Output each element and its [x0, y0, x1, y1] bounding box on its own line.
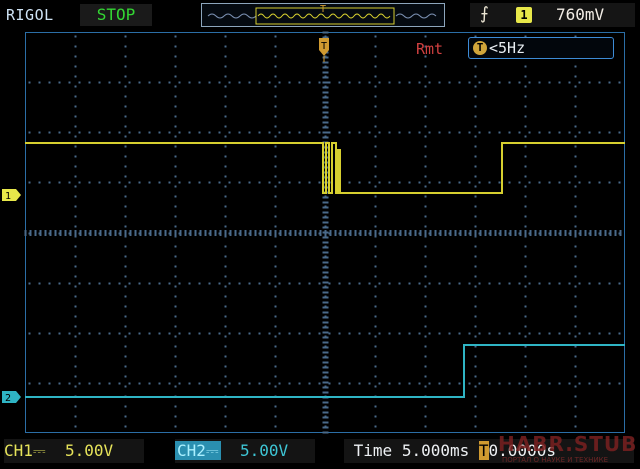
- svg-text:1: 1: [5, 191, 11, 202]
- waveform-canvas: T 1 2: [2, 31, 625, 434]
- ch1-label: CH1: [4, 441, 33, 460]
- ch1-marker[interactable]: 1: [2, 189, 21, 202]
- dc-coupling-icon: ⎓: [205, 441, 219, 460]
- graticule: [24, 31, 622, 434]
- timebase-label: Time: [353, 441, 393, 460]
- ch1-waveform: [25, 142, 625, 194]
- ch2-scale: 5.00V: [239, 441, 289, 460]
- svg-text:T: T: [321, 41, 327, 52]
- ch2-label: CH2: [177, 441, 206, 460]
- ch2-scale-readout[interactable]: CH2⎓ 5.00V: [175, 439, 315, 463]
- dc-coupling-icon: ⎓: [32, 441, 46, 460]
- timebase-scale: 5.000ms: [401, 441, 470, 460]
- trigger-mode: Rmt: [416, 40, 444, 58]
- frequency-value: <5Hz: [489, 39, 526, 57]
- frequency-readout: T <5Hz: [468, 37, 614, 59]
- svg-text:2: 2: [5, 393, 11, 404]
- ch1-scale-readout[interactable]: CH1⎓ 5.00V: [4, 439, 144, 463]
- watermark-tagline: ПОРТАЛ О НАУКЕ И ТЕХНИКЕ: [502, 456, 609, 464]
- trigger-offset-icon: T: [478, 441, 489, 460]
- watermark-logo: HABR.STUB: [498, 432, 638, 456]
- ch1-scale: 5.00V: [64, 441, 114, 460]
- ch2-marker[interactable]: 2: [2, 391, 21, 404]
- trigger-icon: T: [473, 41, 487, 55]
